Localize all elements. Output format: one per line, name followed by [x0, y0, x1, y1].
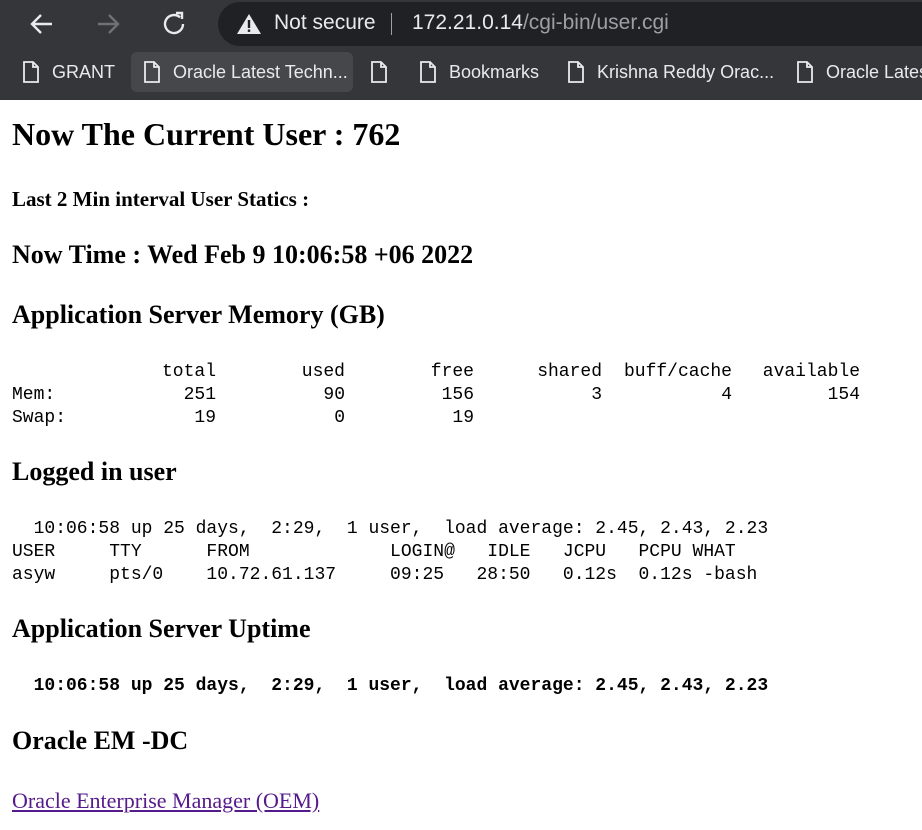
- page-icon: [797, 61, 813, 83]
- browser-toolbar: Not secure 172.21.0.14/cgi-bin/user.cgi …: [0, 0, 922, 100]
- now-time-heading: Now Time : Wed Feb 9 10:06:58 +06 2022: [12, 240, 474, 269]
- warning-icon[interactable]: [236, 13, 262, 35]
- url-text[interactable]: 172.21.0.14/cgi-bin/user.cgi: [412, 11, 669, 35]
- column-header: shared: [537, 362, 602, 382]
- page-icon: [420, 61, 436, 83]
- bookmark-label: GRANT: [52, 61, 115, 82]
- bookmark-label: Bookmarks: [449, 61, 540, 82]
- column-header: available: [762, 362, 860, 382]
- table-cell: 156: [441, 385, 474, 405]
- uptime-line: 10:06:58 up 25 days, 2:29, 1 user, load …: [12, 676, 769, 696]
- page-icon: [371, 61, 387, 83]
- url-host: 172.21.0.14: [412, 11, 523, 34]
- table-cell: 4: [721, 385, 732, 405]
- back-arrow-icon: [30, 14, 52, 34]
- logged-in-heading: Logged in user: [12, 457, 177, 486]
- bookmark-untitled[interactable]: [370, 52, 400, 92]
- table-cell: 154: [827, 385, 860, 405]
- reload-button[interactable]: [158, 8, 190, 40]
- table-cell: 0: [334, 408, 345, 428]
- row-label: Swap:: [12, 408, 67, 428]
- bookmark-oracle-latest[interactable]: Oracle Lates: [796, 52, 922, 92]
- bookmark-krishna-reddy[interactable]: Krishna Reddy Orac...: [567, 52, 774, 92]
- column-header: used: [301, 362, 345, 382]
- security-status[interactable]: Not secure: [274, 11, 376, 35]
- table-cell: 3: [591, 385, 602, 405]
- w-uptime-line: 10:06:58 up 25 days, 2:29, 1 user, load …: [12, 519, 769, 539]
- bookmark-bookmarks-folder[interactable]: Bookmarks: [419, 52, 539, 92]
- bookmark-grant[interactable]: GRANT: [22, 52, 115, 92]
- current-user-heading: Now The Current User : 762: [12, 116, 401, 152]
- table-cell: 19: [194, 408, 216, 428]
- table-cell: 19: [452, 408, 474, 428]
- oem-link[interactable]: Oracle Enterprise Manager (OEM): [12, 788, 319, 814]
- row-label: Mem:: [12, 385, 56, 405]
- forward-button[interactable]: [92, 8, 124, 40]
- bookmark-label: Oracle Latest Techn...: [173, 61, 348, 82]
- divider: [391, 13, 392, 35]
- uptime-heading: Application Server Uptime: [12, 614, 311, 643]
- page-icon: [23, 61, 39, 83]
- address-bar[interactable]: Not secure 172.21.0.14/cgi-bin/user.cgi: [218, 2, 922, 46]
- url-path: /cgi-bin/user.cgi: [522, 11, 669, 34]
- bookmark-oracle-latest-techn[interactable]: Oracle Latest Techn...: [131, 52, 353, 92]
- bookmarks-bar: GRANT Oracle Latest Techn... Bookmarks K…: [0, 50, 922, 96]
- table-cell: 90: [323, 385, 345, 405]
- oem-heading: Oracle EM -DC: [12, 726, 189, 755]
- bookmark-label: Krishna Reddy Orac...: [597, 61, 775, 82]
- bookmark-label: Oracle Lates: [826, 61, 922, 82]
- stat-heading: Last 2 Min interval User Statics :: [12, 187, 310, 211]
- column-header: free: [430, 362, 474, 382]
- back-button[interactable]: [26, 8, 58, 40]
- memory-heading: Application Server Memory (GB): [12, 300, 385, 329]
- column-header: total: [161, 362, 216, 382]
- column-header: buff/cache: [623, 362, 732, 382]
- table-cell: 251: [183, 385, 216, 405]
- w-header-line: USER TTY FROM LOGIN@ IDLE JCPU PCPU WHAT: [12, 542, 736, 562]
- reload-icon: [163, 11, 185, 35]
- page-icon: [568, 61, 584, 83]
- w-user-line: asyw pts/0 10.72.61.137 09:25 28:50 0.12…: [12, 565, 758, 585]
- forward-arrow-icon: [98, 14, 120, 34]
- page-icon: [144, 61, 160, 83]
